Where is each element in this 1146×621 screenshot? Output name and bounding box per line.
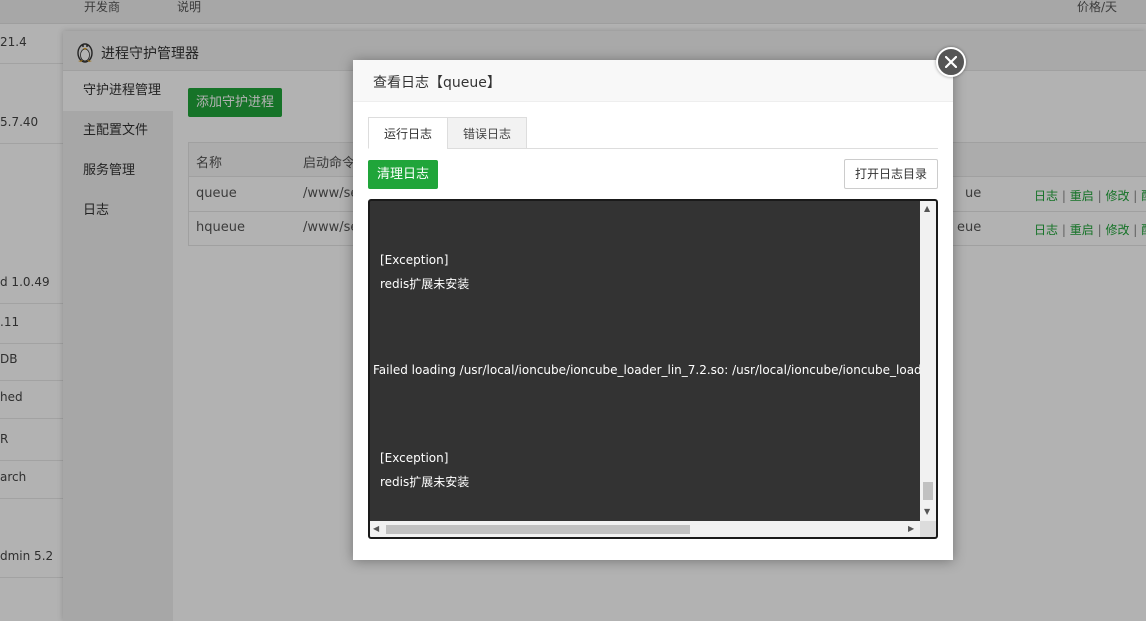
dialog-titlebar: 查看日志【queue】 (353, 60, 953, 102)
vertical-scrollbar[interactable]: ▲ ▼ (920, 201, 936, 521)
log-line: redis扩展未安装 (380, 475, 470, 489)
tab-error-log[interactable]: 错误日志 (447, 117, 527, 149)
clear-log-button[interactable]: 清理日志 (368, 160, 438, 189)
log-line: [Exception] (380, 451, 449, 465)
scroll-left-icon[interactable]: ◀ (373, 524, 379, 533)
horizontal-scroll-thumb[interactable] (386, 525, 690, 534)
close-icon (945, 56, 957, 68)
scroll-up-icon[interactable]: ▲ (924, 204, 930, 213)
dialog-title: 查看日志【queue】 (373, 75, 501, 91)
log-viewer-dialog: 查看日志【queue】 运行日志 错误日志 清理日志 打开日志目录 [Excep… (353, 60, 953, 560)
tab-run-log[interactable]: 运行日志 (368, 117, 448, 149)
scroll-right-icon[interactable]: ▶ (908, 524, 914, 533)
scroll-down-icon[interactable]: ▼ (924, 507, 930, 516)
log-line: [Exception] (380, 253, 449, 267)
log-tabs: 运行日志 错误日志 (368, 117, 938, 149)
open-log-directory-button[interactable]: 打开日志目录 (844, 159, 938, 189)
log-line: redis扩展未安装 (380, 277, 470, 291)
scrollbar-corner (920, 521, 936, 537)
log-line: Failed loading /usr/local/ioncube/ioncub… (373, 363, 938, 377)
close-dialog-button[interactable] (936, 47, 966, 77)
vertical-scroll-thumb[interactable] (923, 482, 933, 500)
horizontal-scrollbar[interactable]: ◀ ▶ (370, 521, 924, 537)
log-console[interactable]: [Exception] redis扩展未安装 Failed loading /u… (368, 199, 938, 539)
